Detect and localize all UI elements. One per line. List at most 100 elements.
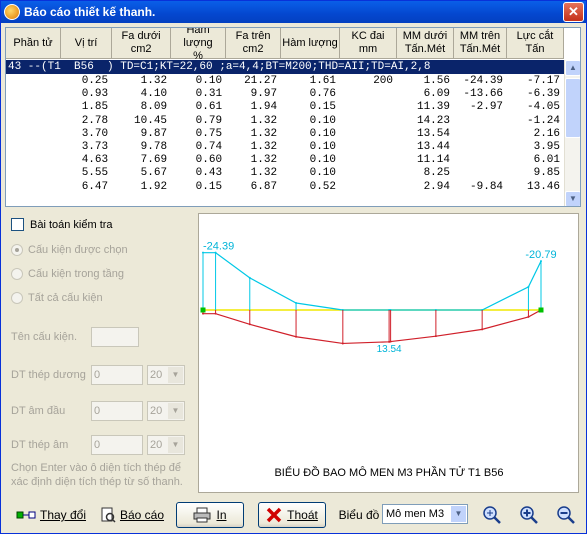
column-header-line2: Tấn.Mét [404, 43, 446, 55]
change-button[interactable]: Thay đổi [11, 502, 91, 528]
radio-off-icon[interactable] [11, 268, 23, 280]
negative-diameter-select[interactable]: 20 ▼ [147, 435, 185, 455]
table-cell: 9.87 [140, 127, 168, 140]
zoom-fit-icon[interactable] [481, 504, 503, 526]
table-row[interactable]: 4.63 7.69 0.60 1.32 0.10 11.14 6.01 [6, 154, 564, 167]
swap-icon [16, 511, 36, 519]
report-window: Báo cáo thiết kế thanh. ✕ Phần tử Vị trí F… [0, 0, 587, 534]
table-cell: 6.01 [533, 154, 561, 167]
column-header-line1: Fa trên [235, 30, 271, 42]
table-row[interactable]: 0.93 4.10 0.31 9.97 0.76 6.09 -13.66 -6.39 [6, 88, 564, 101]
column-header[interactable]: Vị trí [61, 28, 113, 58]
neg-start-label: DT âm đầu [11, 405, 66, 417]
neg-start-diameter-select[interactable]: 20 ▼ [147, 401, 185, 421]
radio-selected-member[interactable]: Cấu kiện được chọn [11, 244, 128, 256]
table-cell: -2.97 [470, 101, 504, 114]
options-panel: Bài toán kiểm tra Cấu kiện được chọn Cấu… [5, 213, 195, 493]
table-row[interactable]: 1.85 8.09 0.61 1.94 0.15 11.39 -2.97 -4.05 [6, 101, 564, 114]
radio-off-icon[interactable] [11, 292, 23, 304]
column-header[interactable]: Phần tử [6, 28, 62, 58]
right-support-icon [538, 307, 544, 313]
table-row[interactable]: 3.70 9.87 0.75 1.32 0.10 13.54 2.16 [6, 128, 564, 141]
chart-type-select[interactable]: Mô men M3 ▼ [382, 504, 468, 524]
table-cell: 1.94 [250, 101, 278, 114]
column-header[interactable]: KC đai mm [340, 28, 397, 58]
table-cell: 2.16 [533, 127, 561, 140]
table-cell: 6.87 [250, 180, 278, 193]
table-cell: 1.61 [309, 75, 337, 87]
column-header[interactable]: Fa trên cm2 [226, 28, 282, 58]
chevron-down-icon[interactable]: ▼ [451, 506, 466, 522]
chevron-down-icon[interactable]: ▼ [168, 403, 183, 419]
table-cell: 5.67 [140, 167, 168, 180]
radio-all-members[interactable]: Tất cả cấu kiện [11, 292, 103, 304]
table-cell [340, 167, 397, 180]
close-button[interactable]: ✕ [563, 2, 584, 22]
table-cell [454, 141, 507, 154]
table-cell [454, 154, 507, 167]
app-icon [4, 4, 20, 20]
scroll-up-icon[interactable]: ▲ [565, 60, 580, 76]
column-header[interactable]: Fa dưới cm2 [112, 28, 172, 58]
member-name-input[interactable] [91, 327, 139, 347]
table-cell: 0.60 [195, 154, 223, 167]
table-cell: 1.56 [423, 75, 450, 87]
report-button[interactable]: Báo cáo [97, 502, 167, 528]
design-table[interactable]: Phần tử Vị trí Fa dưới cm2 Hàm lượng% Fa trên… [5, 27, 581, 207]
table-cell: 1.32 [250, 140, 278, 153]
table-cell: 0.52 [309, 180, 337, 193]
check-test-label: Bài toán kiểm tra [30, 218, 113, 231]
title-bar: Báo cáo thiết kế thanh. ✕ [1, 1, 586, 23]
column-header[interactable]: Hàm lượng% [171, 28, 227, 62]
column-header[interactable]: MM trên Tấn.Mét [454, 28, 508, 58]
table-row[interactable]: 6.47 1.92 0.15 6.87 0.52 2.94 -9.84 13.46 [6, 181, 564, 194]
table-row[interactable]: 5.55 5.67 0.43 1.32 0.10 8.25 9.85 [6, 167, 564, 180]
zoom-out-icon[interactable] [555, 504, 577, 526]
radio-on-icon[interactable] [11, 244, 23, 256]
scroll-down-icon[interactable]: ▼ [565, 191, 580, 206]
moment-point [248, 276, 251, 279]
positive-diameter-select[interactable]: 20 ▼ [147, 365, 185, 385]
zoom-in-icon[interactable] [518, 504, 540, 526]
print-button[interactable]: In [176, 502, 244, 528]
table-cell: 7.69 [140, 154, 168, 167]
positive-steel-input[interactable]: 0 [91, 365, 143, 385]
checkbox-icon[interactable] [11, 218, 24, 231]
neg-start-input[interactable]: 0 [91, 401, 143, 421]
table-row[interactable]: 0.25 1.32 0.10 21.27 1.61 200 1.56 -24.39 -7.17 [6, 75, 564, 88]
table-cell: 200 [373, 75, 393, 87]
table-header: Phần tử Vị trí Fa dưới cm2 Hàm lượng% Fa trên… [6, 28, 565, 62]
positive-diameter-value: 20 [150, 369, 163, 381]
chart-label: Biểu đồ [338, 508, 380, 522]
printer-icon [193, 507, 211, 523]
table-cell [6, 75, 61, 88]
scroll-thumb[interactable] [565, 78, 580, 138]
column-header[interactable]: Lực cắt Tấn [507, 28, 565, 58]
window-title: Báo cáo thiết kế thanh. [24, 5, 156, 19]
chevron-down-icon[interactable]: ▼ [168, 437, 183, 453]
table-cell: 13.44 [416, 140, 450, 153]
column-header[interactable]: Hàm lượng [281, 28, 341, 58]
negative-steel-input[interactable]: 0 [91, 435, 143, 455]
table-rows: 0.25 1.32 0.10 21.27 1.61 200 1.56 -24.39 -7.17 0… [6, 75, 564, 194]
vertical-scrollbar[interactable]: ▲ ▼ [564, 60, 580, 206]
change-label: Thay đổi [39, 508, 87, 522]
table-row[interactable]: 2.78 10.45 0.79 1.32 0.10 14.23 -1.24 [6, 115, 564, 128]
moment-point [389, 340, 392, 343]
selected-row[interactable]: 43 --(T1 B56 ) TD=C1;KT=22,60 ;a=4,4;BT=… [6, 60, 564, 74]
table-row[interactable]: 3.73 9.78 0.74 1.32 0.10 13.44 3.95 [6, 141, 564, 154]
table-cell [6, 128, 61, 141]
table-cell: 5.55 [81, 167, 109, 180]
check-test-problem[interactable]: Bài toán kiểm tra [11, 218, 113, 231]
chevron-down-icon[interactable]: ▼ [168, 367, 183, 383]
radio-all-label: Tất cả cấu kiện [28, 292, 103, 304]
table-cell: 2.94 [423, 180, 450, 193]
radio-floor-member[interactable]: Cấu kiện trong tầng [11, 268, 124, 280]
hint-text: Chọn Enter vào ô diện tích thép để xác đ… [11, 462, 183, 488]
left-moment-label: -24.39 [203, 241, 234, 253]
column-header[interactable]: MM dưới Tấn.Mét [397, 28, 454, 58]
table-cell: 3.95 [533, 140, 561, 153]
table-cell: 0.25 [81, 75, 109, 87]
exit-button[interactable]: Thoát [258, 502, 326, 528]
table-cell: 0.61 [195, 101, 223, 114]
